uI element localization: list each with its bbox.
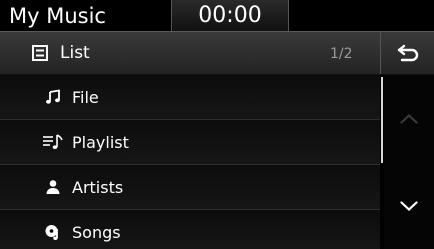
list-item-file[interactable]: File	[0, 75, 380, 120]
chevron-up-icon	[400, 113, 418, 124]
page-indicator: 1/2	[330, 46, 353, 62]
status-bar: My Music 00:00	[0, 0, 434, 31]
clock: 00:00	[198, 3, 262, 28]
scroll-down-button[interactable]	[384, 162, 434, 249]
scroll-up-button[interactable]	[384, 75, 434, 162]
clock-box: 00:00	[171, 0, 289, 31]
list-item-label: Playlist	[72, 133, 129, 152]
list-item-artists[interactable]: Artists	[0, 165, 380, 210]
list-icon	[32, 45, 48, 61]
list-item-label: Artists	[72, 178, 124, 197]
artist-icon	[42, 178, 64, 196]
chevron-down-icon	[400, 200, 418, 211]
scrollbar[interactable]	[381, 77, 383, 163]
list-item-label: Songs	[72, 223, 121, 242]
list-item-songs[interactable]: Songs	[0, 210, 380, 249]
list-header: List 1/2	[0, 31, 434, 75]
back-arrow-icon	[397, 44, 418, 62]
music-note-icon	[42, 88, 64, 106]
header-title: List	[60, 43, 90, 63]
back-button[interactable]	[380, 32, 434, 74]
scroll-panel	[384, 75, 434, 249]
songs-icon	[42, 223, 64, 241]
playlist-icon	[42, 133, 64, 151]
app-title: My Music	[9, 4, 106, 28]
list-item-label: File	[72, 88, 99, 107]
music-category-list: File Playlist Artists Songs	[0, 75, 380, 249]
list-item-playlist[interactable]: Playlist	[0, 120, 380, 165]
